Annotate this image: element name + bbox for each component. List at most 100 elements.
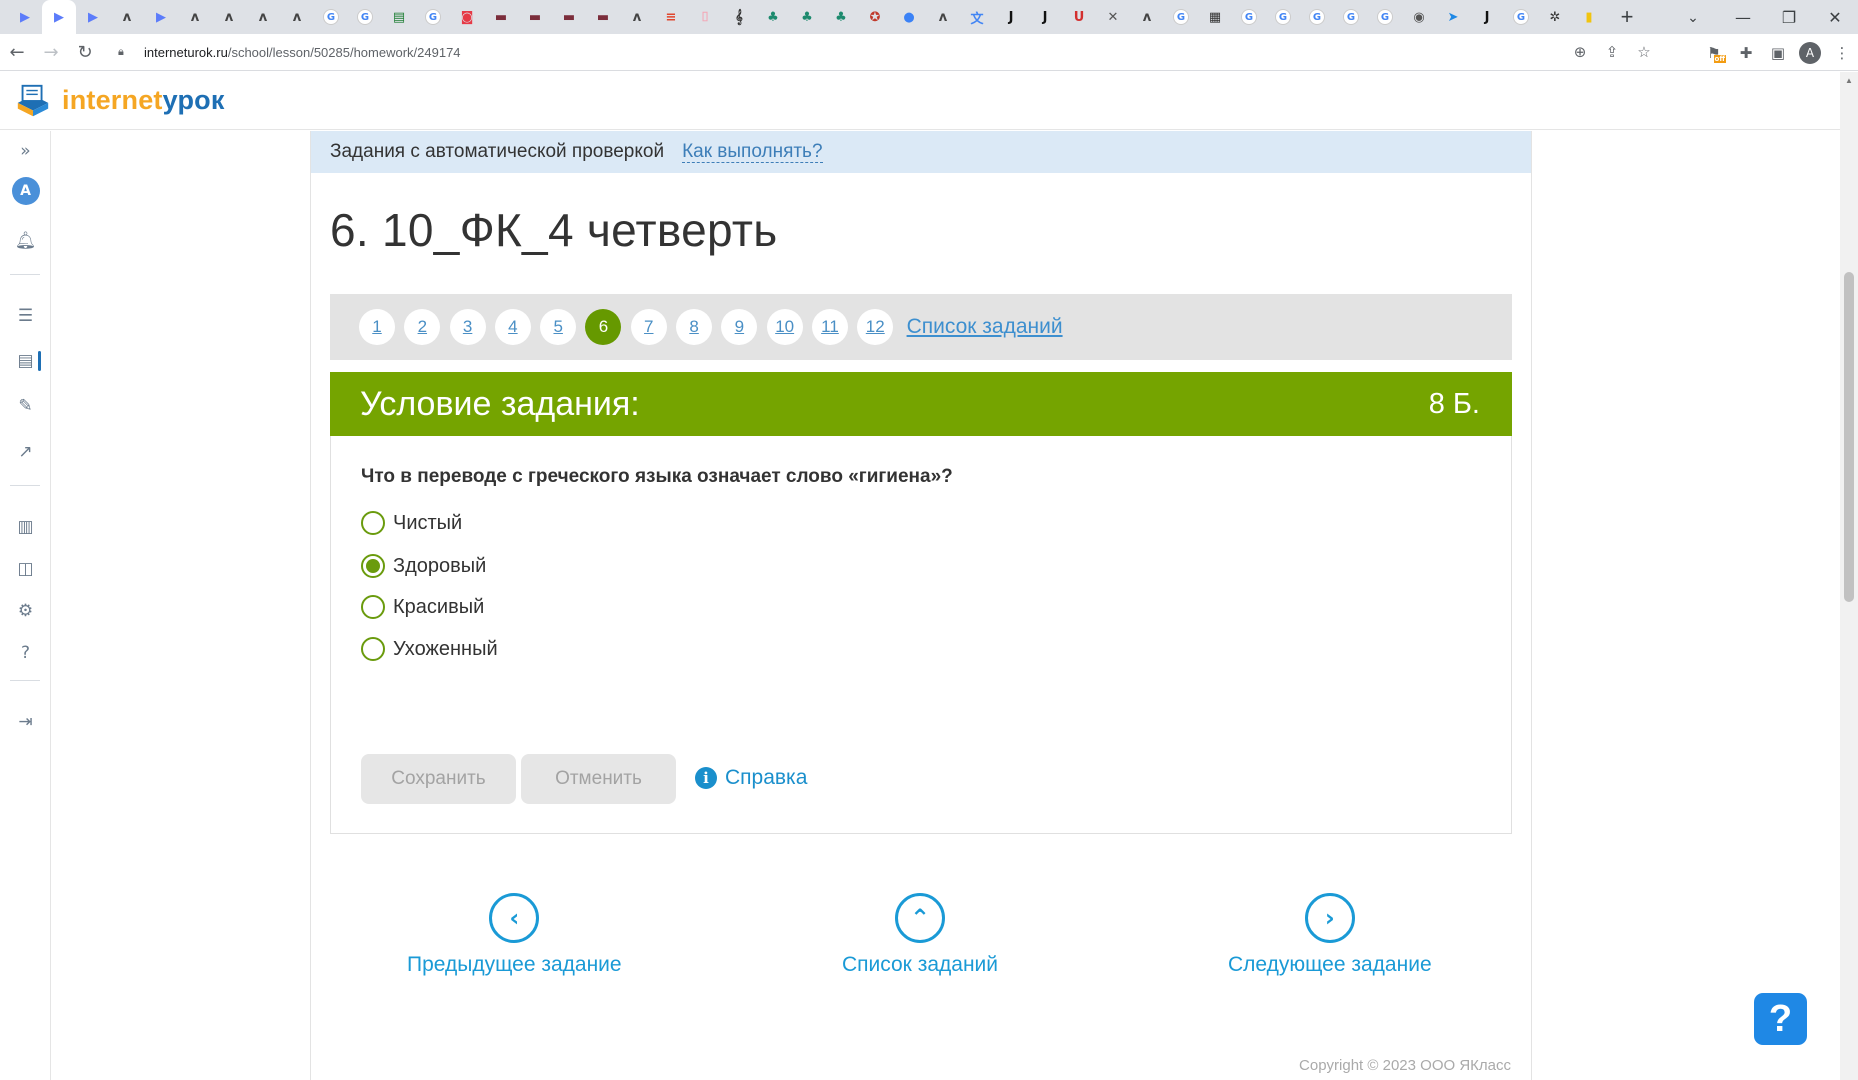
reload-icon[interactable]: ↻ [68, 35, 102, 69]
browser-tab[interactable]: ▶ [8, 0, 42, 34]
task-list-label[interactable]: Список заданий [842, 953, 998, 977]
bookmark-star-icon[interactable]: ☆ [1628, 37, 1660, 67]
radio-unchecked-icon[interactable] [361, 511, 385, 535]
browser-tab[interactable]: ◉ [1402, 0, 1436, 34]
browser-tab[interactable]: G [348, 0, 382, 34]
browser-tab[interactable]: ✕ [1096, 0, 1130, 34]
browser-tab[interactable]: G [1368, 0, 1402, 34]
minimize-icon[interactable]: — [1720, 0, 1766, 34]
task-number-10[interactable]: 10 [766, 309, 803, 345]
task-list-nav[interactable]: ⌃ Список заданий [842, 893, 998, 977]
browser-tab[interactable]: ▮ [1572, 0, 1606, 34]
next-task-label[interactable]: Следующее задание [1228, 953, 1432, 977]
radio-checked-icon[interactable] [361, 554, 385, 578]
task-list-link[interactable]: Список заданий [907, 315, 1063, 339]
browser-tab[interactable]: J [1470, 0, 1504, 34]
task-number-6[interactable]: 6 [585, 309, 622, 345]
task-number-1[interactable]: 1 [359, 309, 395, 345]
browser-tab[interactable]: ᴧ [246, 0, 280, 34]
tests-icon[interactable]: ✎ [0, 388, 51, 424]
browser-tab[interactable]: ▬ [586, 0, 620, 34]
save-button[interactable]: Сохранить [361, 754, 516, 804]
zoom-icon[interactable]: ⊕ [1564, 37, 1596, 67]
browser-tab[interactable]: ● [892, 0, 926, 34]
wallet-icon[interactable]: ◫ [0, 551, 51, 587]
browser-tab[interactable]: J [1028, 0, 1062, 34]
task-number-4[interactable]: 4 [494, 309, 531, 345]
radio-unchecked-icon[interactable] [361, 637, 385, 661]
browser-tab[interactable]: G [1334, 0, 1368, 34]
how-to-link[interactable]: Как выполнять? [682, 141, 823, 163]
logout-icon[interactable]: ⇥ [0, 704, 51, 740]
task-number-3[interactable]: 3 [449, 309, 486, 345]
task-number-11[interactable]: 11 [811, 309, 848, 345]
browser-tab[interactable]: ✲ [1538, 0, 1572, 34]
chevron-left-icon[interactable]: ‹ [489, 893, 540, 943]
help-link[interactable]: i Справка [695, 766, 807, 790]
help-question-icon[interactable]: ? [0, 635, 51, 671]
statistics-icon[interactable]: ↗ [0, 434, 51, 470]
lessons-list-icon[interactable]: ☰ [0, 298, 51, 334]
page-scrollbar[interactable]: ▲ [1840, 72, 1858, 1080]
new-tab-button[interactable]: + [1612, 2, 1642, 32]
browser-tab[interactable]: ▬ [518, 0, 552, 34]
rail-profile[interactable]: A [0, 173, 51, 209]
address-bar[interactable]: 🔒︎ interneturok.ru/school/lesson/50285/h… [108, 37, 1668, 67]
answer-option[interactable]: Ухоженный [361, 637, 498, 661]
browser-tab[interactable]: G [1266, 0, 1300, 34]
profile-avatar[interactable]: A [1799, 41, 1821, 64]
browser-tab[interactable]: G [314, 0, 348, 34]
browser-tab[interactable]: ◙ [450, 0, 484, 34]
task-number-12[interactable]: 12 [857, 309, 894, 345]
task-number-9[interactable]: 9 [721, 309, 758, 345]
chevron-right-icon[interactable]: › [1304, 893, 1355, 943]
browser-tab[interactable]: ♣ [790, 0, 824, 34]
documents-icon[interactable]: ▥ [0, 509, 51, 545]
extension-off-icon[interactable]: ⚑ off [1698, 34, 1730, 71]
task-number-7[interactable]: 7 [630, 309, 667, 345]
browser-tab[interactable]: G [416, 0, 450, 34]
radio-unchecked-icon[interactable] [361, 595, 385, 619]
browser-tab[interactable]: J [994, 0, 1028, 34]
browser-tab[interactable]: G [1164, 0, 1198, 34]
prev-task-nav[interactable]: ‹ Предыдущее задание [407, 893, 622, 977]
browser-tab[interactable]: ▬ [484, 0, 518, 34]
expand-sidebar-icon[interactable]: » [0, 133, 51, 169]
logo-icon[interactable] [14, 82, 52, 120]
close-window-icon[interactable]: ✕ [1812, 0, 1858, 34]
chrome-menu-icon[interactable]: ⋮ [1826, 34, 1858, 71]
task-number-5[interactable]: 5 [540, 309, 577, 345]
browser-tab[interactable]: ᴧ [1130, 0, 1164, 34]
chevron-up-icon[interactable]: ⌃ [895, 893, 945, 943]
browser-tab[interactable]: ➤ [1436, 0, 1470, 34]
browser-tab[interactable]: ᴧ [212, 0, 246, 34]
restore-icon[interactable]: ❐ [1766, 0, 1812, 34]
scroll-up-arrow-icon[interactable]: ▲ [1840, 72, 1858, 88]
browser-tab[interactable]: ᴧ [178, 0, 212, 34]
browser-tab[interactable]: ▶ [76, 0, 110, 34]
browser-tab[interactable]: 𝄞 [722, 0, 756, 34]
answer-option[interactable]: Красивый [361, 595, 484, 619]
browser-tab[interactable]: ♣ [756, 0, 790, 34]
task-number-8[interactable]: 8 [676, 309, 713, 345]
browser-tab[interactable]: ✪ [858, 0, 892, 34]
answer-option[interactable]: Чистый [361, 511, 462, 535]
notifications-bell-icon[interactable]: 🔔︎ [0, 223, 51, 259]
browser-tab[interactable]: ▶ [42, 0, 76, 34]
browser-tab[interactable]: ▬ [552, 0, 586, 34]
browser-tab[interactable]: ▤ [382, 0, 416, 34]
answer-option[interactable]: Здоровый [361, 554, 486, 578]
browser-tab[interactable]: G [1232, 0, 1266, 34]
next-task-nav[interactable]: › Следующее задание [1228, 893, 1432, 977]
browser-tab[interactable]: 文 [960, 0, 994, 34]
tab-search-icon[interactable]: ⌄ [1678, 0, 1708, 34]
browser-tab[interactable]: G [1504, 0, 1538, 34]
browser-tab[interactable]: ▦ [1198, 0, 1232, 34]
browser-tab[interactable]: ᴧ [620, 0, 654, 34]
prev-task-label[interactable]: Предыдущее задание [407, 953, 622, 977]
extensions-puzzle-icon[interactable]: ✚ [1730, 34, 1762, 71]
lock-icon[interactable]: 🔒︎ [118, 46, 134, 59]
scroll-thumb[interactable] [1844, 272, 1854, 602]
browser-tab[interactable]: ⌷ [688, 0, 722, 34]
homework-icon[interactable]: ▤ [0, 343, 51, 379]
